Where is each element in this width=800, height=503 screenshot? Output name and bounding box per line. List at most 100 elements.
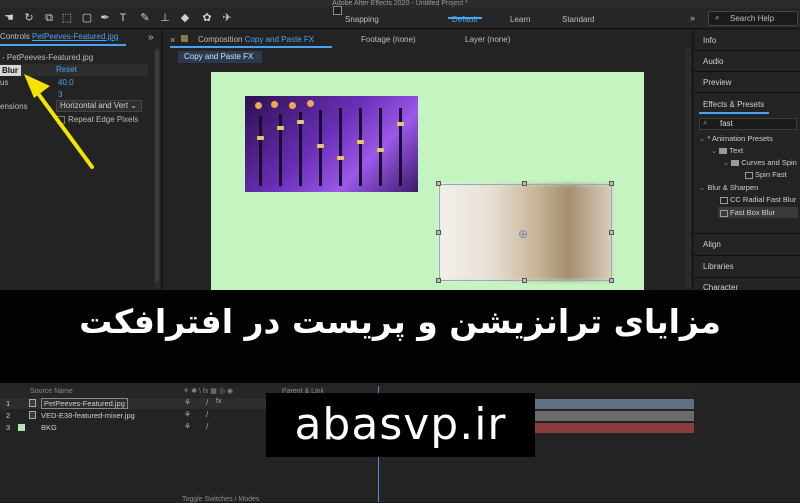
layer-name[interactable]: PetPeeves-Featured.jpg: [41, 398, 128, 409]
panel-align[interactable]: Align: [703, 240, 721, 249]
hand-icon[interactable]: ☚: [2, 11, 16, 25]
roto-brush-icon[interactable]: ✿: [200, 11, 214, 25]
tab-effect-controls[interactable]: Controls PetPeeves-Featured.jpg: [0, 32, 118, 41]
snapping-checkbox[interactable]: [333, 6, 342, 15]
clone-stamp-icon[interactable]: ⊥: [158, 11, 172, 25]
search-icon: ⌕: [715, 13, 720, 22]
tab-active-indicator: [170, 46, 332, 48]
tab-active-indicator: [0, 44, 126, 46]
pen-tool-icon[interactable]: ✒: [98, 11, 112, 25]
quality-switch-icon[interactable]: /: [206, 422, 208, 431]
tab-layer[interactable]: Layer (none): [465, 35, 510, 44]
effect-icon: [720, 209, 728, 217]
chevron-down-icon: ⌄: [699, 183, 706, 192]
dimensions-value: Horizontal and Vert: [60, 101, 129, 110]
camera-icon[interactable]: ⧉: [42, 11, 56, 25]
panel-menu-icon[interactable]: »: [148, 32, 154, 43]
transform-handle[interactable]: [609, 278, 614, 283]
pan-behind-icon[interactable]: ⬚: [60, 11, 74, 25]
tree-blur-sharpen[interactable]: ⌄ Blur & Sharpen: [699, 183, 758, 192]
effect-controls-layer-path: - PetPeeves-Featured.jpg: [2, 53, 94, 62]
tree-animation-presets[interactable]: ⌄ * Animation Presets: [699, 134, 773, 143]
transform-handle[interactable]: [609, 181, 614, 186]
chevron-down-icon: ⌄: [723, 158, 730, 167]
tree-spin-fast-label: Spin Fast: [755, 170, 787, 179]
type-tool-icon[interactable]: T: [116, 11, 130, 25]
anchor-point-icon[interactable]: ⊕: [518, 227, 528, 241]
layer-number: 3: [6, 423, 11, 432]
repeat-edge-checkbox[interactable]: [57, 116, 65, 124]
layer-name[interactable]: BKG: [41, 423, 57, 432]
workspace-active-indicator: [448, 17, 482, 19]
website-label: abasvp.ir: [294, 399, 507, 450]
rotate-icon[interactable]: ↻: [22, 11, 36, 25]
reset-link[interactable]: Reset: [56, 65, 77, 74]
effect-icon: [720, 196, 728, 204]
workspace-overflow-icon[interactable]: »: [690, 13, 695, 23]
puppet-pin-icon[interactable]: ✈: [220, 11, 234, 25]
panel-audio[interactable]: Audio: [703, 57, 723, 66]
transform-handle[interactable]: [522, 181, 527, 186]
shy-switch-icon[interactable]: ⚘: [184, 398, 191, 407]
panel-divider: [694, 50, 800, 51]
layer-color-swatch: [18, 424, 25, 431]
chevron-down-icon: ⌄: [699, 134, 706, 143]
column-source-name[interactable]: Source Name: [30, 388, 73, 395]
tab-footage[interactable]: Footage (none): [361, 35, 416, 44]
shy-switch-icon[interactable]: ⚘: [184, 410, 191, 419]
tree-text-label: Text: [729, 146, 744, 155]
tree-curves-and-spin[interactable]: ⌄ Curves and Spin: [723, 158, 797, 167]
effect-controls-scroll-thumb[interactable]: [155, 50, 159, 282]
effects-search-value: fast: [720, 119, 733, 128]
tree-animation-presets-label: * Animation Presets: [707, 134, 773, 143]
tree-fast-box-blur[interactable]: Fast Box Blur: [720, 208, 775, 217]
effects-search-input[interactable]: [699, 118, 797, 130]
tree-spin-fast[interactable]: Spin Fast: [745, 170, 787, 179]
workspace-standard[interactable]: Standard: [562, 15, 594, 24]
composition-scrollbar[interactable]: [686, 48, 691, 288]
tree-curves-and-spin-label: Curves and Spin: [741, 158, 797, 167]
preset-icon: [745, 171, 753, 179]
layer-number: 1: [6, 399, 11, 408]
effect-name[interactable]: Blur: [0, 65, 21, 76]
eraser-tool-icon[interactable]: ◆: [178, 11, 192, 25]
rectangle-tool-icon[interactable]: ▢: [80, 11, 94, 25]
lock-icon[interactable]: [181, 35, 188, 42]
iterations-value[interactable]: 3: [58, 90, 62, 99]
mixer-layer-image[interactable]: [245, 96, 418, 192]
tree-text-folder[interactable]: ⌄ Text: [711, 146, 743, 155]
switches-header-icons: ⚘ ✱ \ fx ▦ ◎ ◉: [183, 388, 234, 395]
panel-libraries[interactable]: Libraries: [703, 262, 734, 271]
transform-handle[interactable]: [436, 181, 441, 186]
radius-value[interactable]: 40.0: [58, 78, 74, 87]
panel-info[interactable]: Info: [703, 36, 716, 45]
transform-handle[interactable]: [609, 230, 614, 235]
workspace-learn[interactable]: Learn: [510, 15, 530, 24]
tree-fast-box-blur-label: Fast Box Blur: [730, 208, 776, 217]
tab-effect-controls-source[interactable]: PetPeeves-Featured.jpg: [32, 32, 118, 41]
dimensions-dropdown[interactable]: Horizontal and Vert ⌄: [56, 100, 142, 112]
tree-cc-radial-fast-blur[interactable]: CC Radial Fast Blur: [720, 195, 796, 204]
composition-breadcrumb[interactable]: Copy and Paste FX: [178, 51, 262, 63]
panel-divider: [694, 71, 800, 72]
tab-composition[interactable]: Composition Copy and Paste FX: [198, 35, 314, 44]
quality-switch-icon[interactable]: /: [206, 410, 208, 419]
transform-handle[interactable]: [436, 278, 441, 283]
search-help-placeholder: Search Help: [730, 14, 775, 23]
tab-effect-controls-label: Controls: [0, 32, 30, 41]
panel-preview[interactable]: Preview: [703, 78, 731, 87]
brush-tool-icon[interactable]: ✎: [138, 11, 152, 25]
panel-effects-presets[interactable]: Effects & Presets: [703, 100, 764, 109]
panel-divider: [694, 277, 800, 278]
file-icon: [29, 411, 36, 419]
fx-switch-icon[interactable]: fx: [216, 398, 221, 405]
transform-handle[interactable]: [522, 278, 527, 283]
tab-composition-name: Copy and Paste FX: [244, 35, 315, 44]
quality-switch-icon[interactable]: /: [206, 398, 208, 407]
panel-divider: [694, 233, 800, 234]
layer-name[interactable]: VED-E38-featured-mixer.jpg: [41, 411, 135, 420]
shy-switch-icon[interactable]: ⚘: [184, 422, 191, 431]
close-icon[interactable]: ×: [170, 35, 175, 45]
transform-handle[interactable]: [436, 230, 441, 235]
file-icon: [29, 399, 36, 407]
